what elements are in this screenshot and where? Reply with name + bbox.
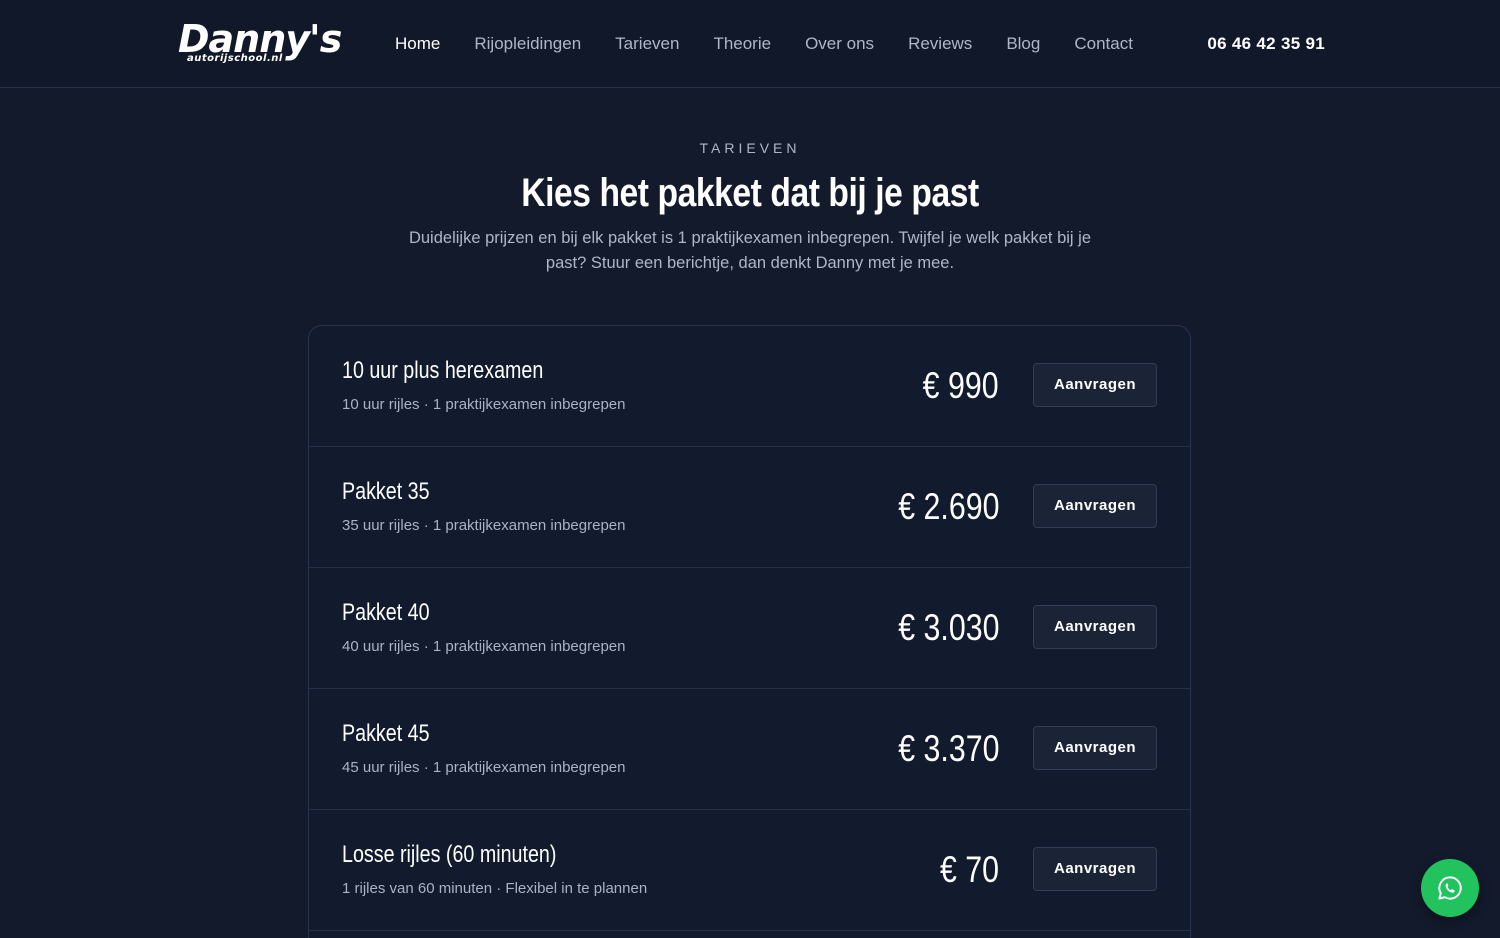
- section-title: Kies het pakket dat bij je past: [521, 171, 979, 215]
- nav-item-blog[interactable]: Blog: [1006, 32, 1040, 56]
- package-name: 10 uur plus herexamen: [342, 357, 544, 384]
- nav-item-tarieven[interactable]: Tarieven: [615, 32, 679, 56]
- package-description: 1 rijles van 60 minuten · Flexibel in te…: [342, 880, 648, 897]
- package-name: Pakket 40: [342, 599, 430, 626]
- request-button[interactable]: Aanvragen: [1033, 484, 1157, 528]
- top-navigation-bar: Danny's autorijschool.nl Home Rijopleidi…: [0, 0, 1500, 88]
- nav-item-reviews[interactable]: Reviews: [908, 32, 972, 56]
- pricing-row-pakket-45: Pakket 45 45 uur rijles · 1 praktijkexam…: [309, 689, 1190, 810]
- package-name: Pakket 35: [342, 478, 430, 505]
- whatsapp-chat-button[interactable]: [1421, 859, 1479, 917]
- nav-item-theorie[interactable]: Theorie: [713, 32, 771, 56]
- pricing-row-pakket-35: Pakket 35 35 uur rijles · 1 praktijkexam…: [309, 447, 1190, 568]
- logo[interactable]: Danny's autorijschool.nl: [178, 16, 342, 70]
- package-description: 40 uur rijles · 1 praktijkexamen inbegre…: [342, 638, 626, 655]
- nav-item-contact[interactable]: Contact: [1074, 32, 1133, 56]
- pricing-table: 10 uur plus herexamen 10 uur rijles · 1 …: [308, 325, 1191, 938]
- package-description: 45 uur rijles · 1 praktijkexamen inbegre…: [342, 759, 626, 776]
- pricing-row-losse-rijles: Losse rijles (60 minuten) 1 rijles van 6…: [309, 810, 1190, 931]
- phone-number-link[interactable]: 06 46 42 35 91: [1207, 32, 1325, 56]
- request-button[interactable]: Aanvragen: [1033, 726, 1157, 770]
- package-description: 10 uur rijles · 1 praktijkexamen inbegre…: [342, 396, 626, 413]
- nav-item-home[interactable]: Home: [395, 32, 440, 56]
- nav-item-over-ons[interactable]: Over ons: [805, 32, 874, 56]
- package-price: € 3.030: [897, 607, 999, 648]
- request-button[interactable]: Aanvragen: [1033, 363, 1157, 407]
- package-name: Pakket 45: [342, 720, 430, 747]
- logo-domain: autorijschool.nl: [187, 53, 283, 64]
- package-price: € 990: [923, 365, 999, 406]
- package-price: € 3.370: [897, 728, 999, 769]
- main-nav: Home Rijopleidingen Tarieven Theorie Ove…: [395, 32, 1167, 56]
- section-eyebrow: TARIEVEN: [699, 140, 801, 156]
- package-description: 35 uur rijles · 1 praktijkexamen inbegre…: [342, 517, 626, 534]
- nav-item-rijopleidingen[interactable]: Rijopleidingen: [474, 32, 581, 56]
- package-price: € 2.690: [897, 486, 999, 527]
- package-name: Losse rijles (60 minuten): [342, 841, 557, 868]
- pricing-row-10-uur: 10 uur plus herexamen 10 uur rijles · 1 …: [309, 326, 1190, 447]
- section-subtitle: Duidelijke prijzen en bij elk pakket is …: [408, 229, 1092, 272]
- package-price: € 70: [939, 849, 999, 890]
- pricing-row-pakket-40: Pakket 40 40 uur rijles · 1 praktijkexam…: [309, 568, 1190, 689]
- whatsapp-icon: [1438, 876, 1462, 900]
- request-button[interactable]: Aanvragen: [1033, 605, 1157, 649]
- request-button[interactable]: Aanvragen: [1033, 847, 1157, 891]
